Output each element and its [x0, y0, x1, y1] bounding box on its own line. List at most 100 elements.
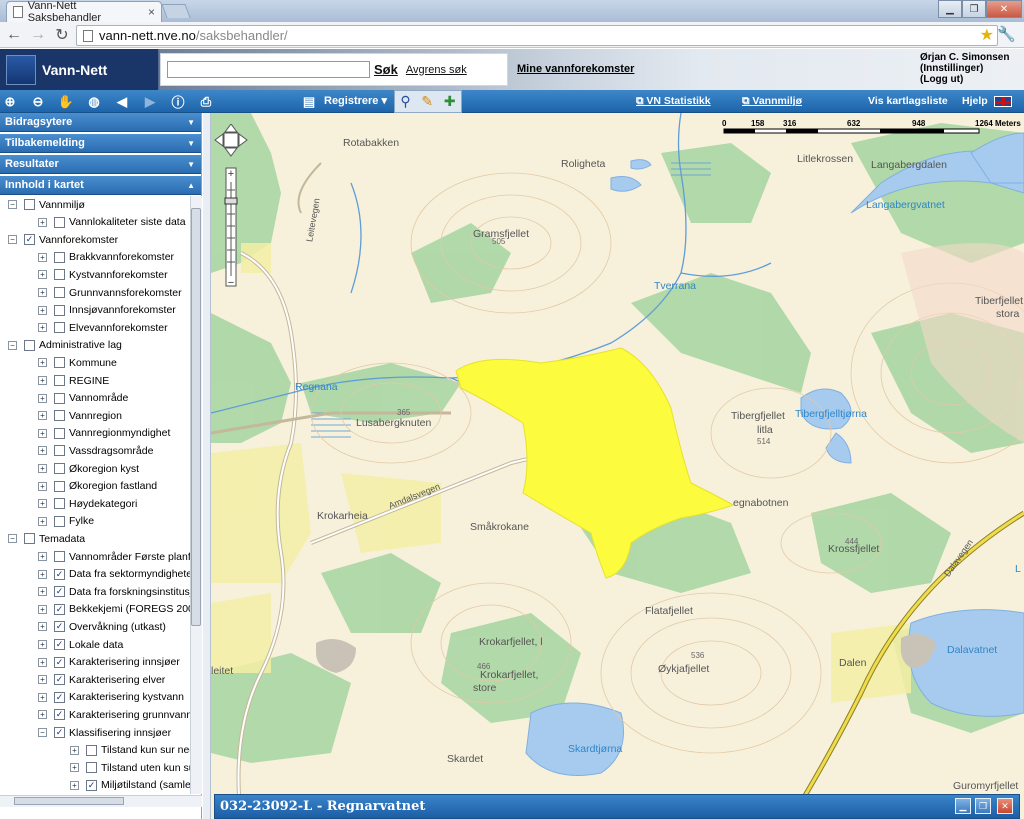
- water-environment-link[interactable]: ⧉ Vannmiljø: [742, 95, 802, 108]
- english-flag-icon[interactable]: [994, 96, 1012, 107]
- expand-toggle-icon[interactable]: +: [38, 640, 47, 649]
- panel-feedback[interactable]: Tilbakemelding ▼: [0, 134, 201, 153]
- layer-tree-item[interactable]: + Tilstand uten kun su: [70, 759, 190, 776]
- info-icon[interactable]: ⓘ: [168, 92, 188, 111]
- layer-tree-item[interactable]: − Administrative lag: [8, 337, 122, 354]
- layer-tree-item[interactable]: − Temadata: [8, 530, 85, 547]
- next-extent-icon[interactable]: ▶: [140, 92, 160, 111]
- layer-checkbox[interactable]: ✓: [54, 586, 65, 598]
- new-tab-button[interactable]: [161, 4, 191, 18]
- select-feature-icon[interactable]: ⚲: [400, 93, 410, 110]
- layer-checkbox[interactable]: ✓: [54, 691, 65, 703]
- layer-checkbox[interactable]: ✓: [54, 568, 65, 580]
- layer-checkbox[interactable]: [54, 515, 65, 527]
- expand-toggle-icon[interactable]: +: [38, 604, 47, 614]
- expand-toggle-icon[interactable]: +: [38, 622, 47, 632]
- layer-tree-item[interactable]: + ✓ Data fra forskningsinstitusj: [38, 583, 190, 600]
- layer-checkbox[interactable]: [54, 480, 65, 492]
- layer-tree-item[interactable]: + Vannområde: [38, 390, 128, 407]
- expand-toggle-icon[interactable]: +: [38, 305, 47, 315]
- layer-tree-item[interactable]: + Fylke: [38, 513, 94, 530]
- layer-checkbox[interactable]: ✓: [54, 727, 65, 738]
- layer-checkbox[interactable]: [54, 322, 65, 334]
- layer-checkbox[interactable]: ✓: [86, 779, 97, 791]
- layer-tree-item[interactable]: + Vannområder Første planfa: [38, 548, 190, 565]
- expand-toggle-icon[interactable]: −: [8, 340, 17, 350]
- search-input[interactable]: [167, 61, 370, 78]
- close-tab-icon[interactable]: ×: [148, 5, 155, 19]
- minimize-panel-button[interactable]: ▁: [955, 798, 971, 814]
- layer-checkbox[interactable]: [54, 463, 65, 474]
- layer-tree-item[interactable]: + Kommune: [38, 354, 117, 371]
- panel-map-contents[interactable]: Innhold i kartet ▲: [0, 176, 201, 195]
- settings-link[interactable]: (Innstillinger): [920, 63, 1009, 74]
- layer-tree-item[interactable]: + Vannlokaliteter siste data: [38, 214, 186, 231]
- layer-tree-item[interactable]: + Innsjøvannforekomster: [38, 302, 176, 319]
- layer-checkbox[interactable]: [54, 357, 65, 369]
- layer-tree-item[interactable]: + Elvevannforekomster: [38, 319, 168, 336]
- layer-checkbox[interactable]: [54, 251, 65, 263]
- expand-toggle-icon[interactable]: +: [38, 393, 47, 403]
- layer-tree-item[interactable]: + ✓ Karakterisering grunnvann: [38, 706, 190, 723]
- layer-tree-item[interactable]: + ✓ Data fra sektormyndighete: [38, 566, 190, 583]
- my-waterbodies-link[interactable]: Mine vannforekomster: [517, 63, 634, 75]
- expand-toggle-icon[interactable]: +: [38, 464, 47, 473]
- sidebar-horizontal-scroll-thumb[interactable]: [14, 797, 124, 805]
- layer-tree-item[interactable]: − Vannmiljø: [8, 196, 85, 213]
- layer-tree-item[interactable]: + ✓ Bekkekjemi (FOREGS 2008: [38, 601, 190, 618]
- sidebar-scroll-thumb[interactable]: [191, 208, 201, 626]
- layer-checkbox[interactable]: [24, 533, 35, 545]
- layer-checkbox[interactable]: [86, 762, 97, 774]
- layer-tree-item[interactable]: + ✓ Overvåkning (utkast): [38, 618, 166, 635]
- back-icon[interactable]: ←: [4, 25, 24, 45]
- expand-toggle-icon[interactable]: +: [38, 499, 47, 509]
- feature-info-bar[interactable]: 032-23092-L - Regnarvatnet ▁ ❐ ✕: [214, 794, 1020, 819]
- zoom-out-icon[interactable]: ⊖: [28, 92, 48, 111]
- restore-panel-button[interactable]: ❐: [975, 798, 991, 814]
- url-bar[interactable]: vann-nett.nve.no/saksbehandler/: [76, 25, 998, 46]
- layer-checkbox[interactable]: ✓: [54, 639, 65, 650]
- sidebar-splitter[interactable]: [203, 113, 211, 819]
- help-link[interactable]: Hjelp: [962, 95, 988, 107]
- layer-tree-item[interactable]: + Vassdragsområde: [38, 442, 153, 459]
- layer-tree-item[interactable]: + Kystvannforekomster: [38, 266, 168, 283]
- pan-hand-icon[interactable]: ✋: [56, 92, 76, 111]
- layer-tree-item[interactable]: + REGINE: [38, 372, 109, 389]
- expand-toggle-icon[interactable]: +: [38, 411, 47, 421]
- layer-tree-item[interactable]: + Vannregionmyndighet: [38, 425, 170, 442]
- expand-toggle-icon[interactable]: −: [8, 534, 17, 544]
- layer-checkbox[interactable]: [54, 375, 65, 386]
- layer-checkbox[interactable]: [24, 339, 35, 351]
- expand-toggle-icon[interactable]: +: [38, 358, 47, 368]
- layer-tree-item[interactable]: + ✓ Karakterisering elver: [38, 671, 165, 688]
- layer-tree-item[interactable]: − ✓ Klassifisering innsjøer: [38, 724, 171, 741]
- layer-checkbox[interactable]: [54, 498, 65, 510]
- expand-toggle-icon[interactable]: +: [38, 288, 47, 297]
- layer-tree-item[interactable]: + Tilstand kun sur ned: [70, 742, 190, 759]
- layer-checkbox[interactable]: [54, 269, 65, 281]
- expand-toggle-icon[interactable]: +: [38, 270, 47, 280]
- layer-checkbox[interactable]: ✓: [24, 234, 35, 246]
- expand-toggle-icon[interactable]: +: [70, 745, 79, 755]
- expand-toggle-icon[interactable]: −: [38, 728, 47, 737]
- show-layer-list-link[interactable]: Vis kartlagsliste: [868, 95, 948, 107]
- layer-checkbox[interactable]: ✓: [54, 674, 65, 686]
- expand-toggle-icon[interactable]: +: [38, 657, 47, 667]
- expand-toggle-icon[interactable]: +: [38, 552, 47, 561]
- reload-icon[interactable]: ↻: [52, 25, 72, 45]
- expand-toggle-icon[interactable]: +: [38, 446, 47, 456]
- layer-checkbox[interactable]: ✓: [54, 621, 65, 633]
- layer-tree-item[interactable]: + Høydekategori: [38, 495, 137, 512]
- layer-checkbox[interactable]: [54, 216, 65, 228]
- panel-results[interactable]: Resultater ▼: [0, 155, 201, 174]
- previous-extent-icon[interactable]: ◀: [112, 92, 132, 111]
- expand-toggle-icon[interactable]: +: [38, 516, 47, 526]
- zoom-in-icon[interactable]: ⊕: [0, 92, 20, 111]
- layer-checkbox[interactable]: [54, 392, 65, 404]
- search-button[interactable]: Søk: [374, 62, 398, 77]
- layer-tree-item[interactable]: + Brakkvannforekomster: [38, 249, 174, 266]
- expand-toggle-icon[interactable]: +: [38, 323, 47, 333]
- layer-checkbox[interactable]: [54, 427, 65, 439]
- close-panel-button[interactable]: ✕: [997, 798, 1013, 814]
- register-menu[interactable]: Registrere ▾: [306, 94, 387, 107]
